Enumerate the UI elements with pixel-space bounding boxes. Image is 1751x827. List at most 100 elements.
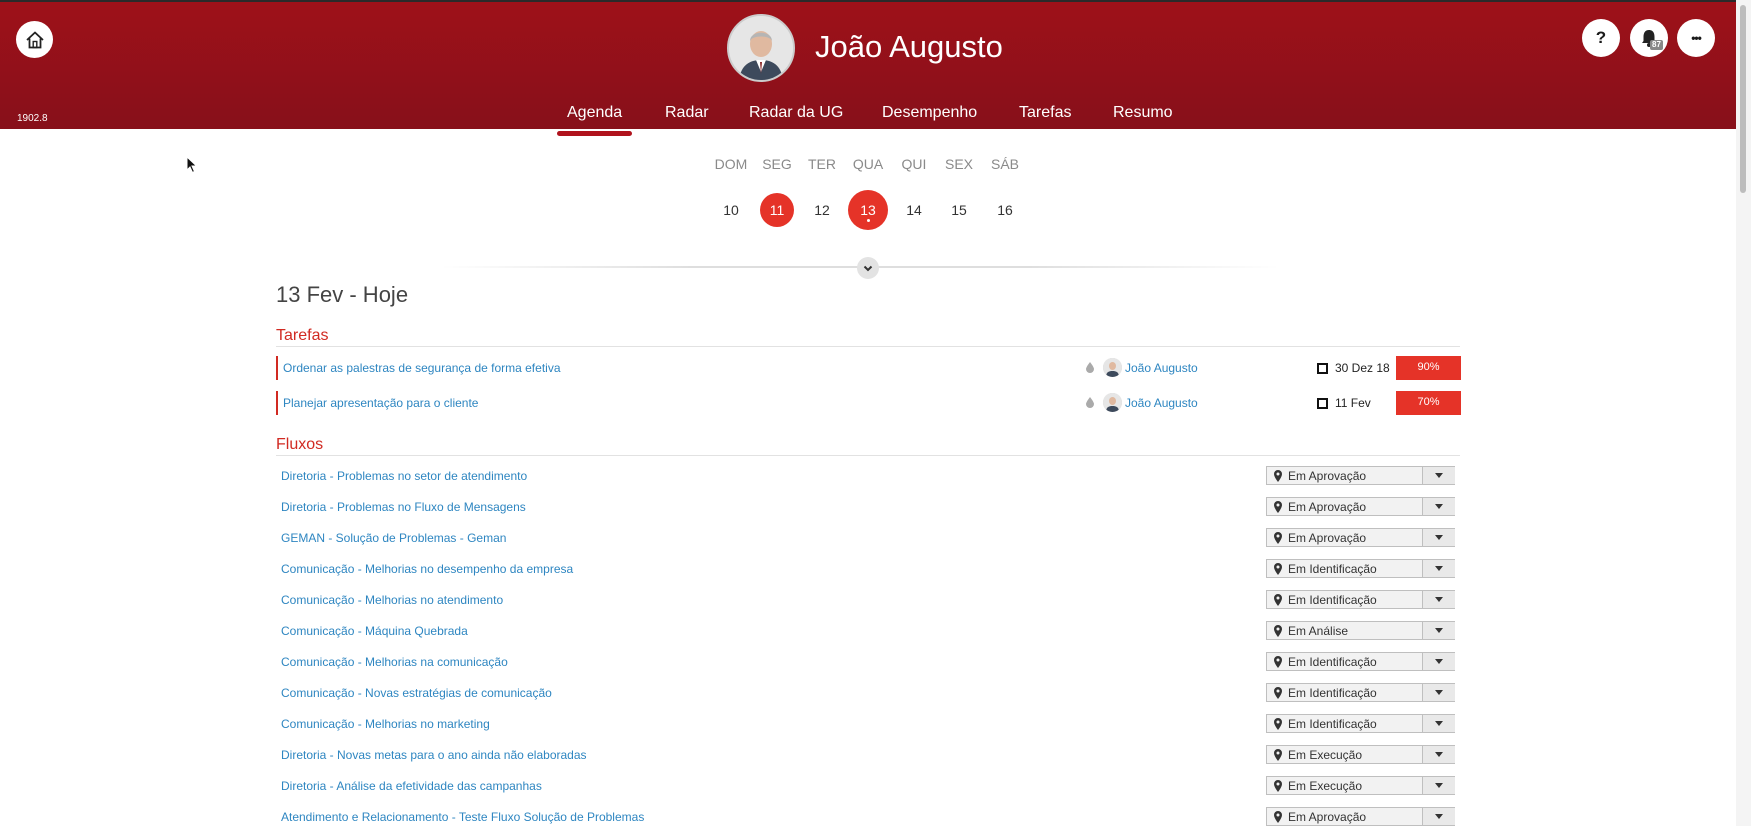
flow-title-link[interactable]: Atendimento e Relacionamento - Teste Flu… — [281, 810, 644, 824]
page-scrollbar-thumb[interactable] — [1740, 5, 1746, 193]
map-pin-icon — [1274, 687, 1282, 699]
map-pin-icon — [1274, 656, 1282, 668]
flow-row: Comunicação - Melhorias no desempenho da… — [276, 559, 1460, 579]
flow-status-dropdown[interactable]: Em Identificação — [1266, 683, 1455, 702]
task-marker — [276, 391, 278, 415]
task-user-avatar — [1103, 358, 1122, 377]
weekday-label: QUI — [901, 156, 927, 172]
flow-title-link[interactable]: Diretoria - Novas metas para o ano ainda… — [281, 748, 587, 762]
tab-resumo[interactable]: Resumo — [1113, 104, 1173, 122]
flow-title-link[interactable]: Comunicação - Novas estratégias de comun… — [281, 686, 552, 700]
task-user-link[interactable]: João Augusto — [1125, 361, 1198, 375]
flows-section-title: Fluxos — [276, 436, 324, 453]
flow-row: Comunicação - Melhorias no atendimento E… — [276, 590, 1460, 610]
flow-status-value: Em Aprovação — [1288, 500, 1367, 514]
flow-status-dropdown[interactable]: Em Análise — [1266, 621, 1455, 640]
flow-status-dropdown[interactable]: Em Aprovação — [1266, 528, 1455, 547]
notifications-button[interactable]: 87 — [1630, 19, 1668, 57]
flow-status-value: Em Análise — [1288, 624, 1349, 638]
day-button-selected[interactable]: 11 — [760, 193, 794, 227]
flow-row: Comunicação - Melhorias na comunicação E… — [276, 652, 1460, 672]
help-button[interactable]: ? — [1582, 19, 1620, 57]
day-button[interactable]: 15 — [939, 190, 979, 230]
weekday-label: QUA — [852, 156, 884, 172]
map-pin-icon — [1274, 470, 1282, 482]
chevron-down-icon[interactable] — [1422, 746, 1455, 763]
task-user-link[interactable]: João Augusto — [1125, 396, 1198, 410]
home-button[interactable] — [16, 21, 53, 58]
chevron-down-icon[interactable] — [1422, 560, 1455, 577]
day-button[interactable]: 14 — [894, 190, 934, 230]
flow-row: Diretoria - Problemas no setor de atendi… — [276, 466, 1460, 486]
flow-title-link[interactable]: Comunicação - Melhorias na comunicação — [281, 655, 508, 669]
tab-radar-da-ug[interactable]: Radar da UG — [749, 104, 843, 122]
map-pin-icon — [1274, 625, 1282, 637]
chevron-down-icon[interactable] — [1422, 777, 1455, 794]
more-options-button[interactable]: ••• — [1677, 19, 1715, 57]
task-checkbox[interactable] — [1317, 363, 1328, 374]
task-marker — [276, 356, 278, 380]
map-pin-icon — [1274, 749, 1282, 761]
flow-status-dropdown[interactable]: Em Aprovação — [1266, 497, 1455, 516]
chevron-down-icon[interactable] — [1422, 591, 1455, 608]
flow-status-value: Em Execução — [1288, 748, 1363, 762]
user-avatar[interactable] — [727, 14, 795, 82]
flow-title-link[interactable]: GEMAN - Solução de Problemas - Geman — [281, 531, 506, 545]
calendar-collapse-button[interactable] — [857, 257, 879, 279]
flow-row: Comunicação - Novas estratégias de comun… — [276, 683, 1460, 703]
task-progress-badge: 90% — [1396, 356, 1461, 380]
flow-title-link[interactable]: Comunicação - Melhorias no atendimento — [281, 593, 503, 607]
home-icon — [25, 31, 44, 48]
day-button[interactable]: 16 — [985, 190, 1025, 230]
flow-title-link[interactable]: Diretoria - Problemas no setor de atendi… — [281, 469, 527, 483]
flow-row: Diretoria - Análise da efetividade das c… — [276, 776, 1460, 796]
flow-status-dropdown[interactable]: Em Aprovação — [1266, 807, 1455, 826]
day-button[interactable]: 10 — [711, 190, 751, 230]
chevron-down-icon[interactable] — [1422, 622, 1455, 639]
weekday-label: DOM — [714, 156, 748, 172]
flow-status-value: Em Identificação — [1288, 562, 1377, 576]
chevron-down-icon[interactable] — [1422, 467, 1455, 484]
task-row[interactable]: Ordenar as palestras de segurança de for… — [276, 356, 1461, 380]
day-button-today[interactable]: 13 — [848, 190, 888, 230]
user-name: João Augusto — [815, 29, 1003, 64]
chevron-down-icon[interactable] — [1422, 529, 1455, 546]
flow-status-dropdown[interactable]: Em Aprovação — [1266, 466, 1455, 485]
chevron-down-icon[interactable] — [1422, 498, 1455, 515]
tab-tarefas[interactable]: Tarefas — [1019, 104, 1071, 122]
chevron-down-icon[interactable] — [1422, 808, 1455, 825]
flow-status-dropdown[interactable]: Em Identificação — [1266, 559, 1455, 578]
tab-desempenho[interactable]: Desempenho — [882, 104, 977, 122]
more-icon: ••• — [1691, 31, 1702, 45]
map-pin-icon — [1274, 563, 1282, 575]
flow-status-dropdown[interactable]: Em Identificação — [1266, 590, 1455, 609]
chevron-down-icon[interactable] — [1422, 684, 1455, 701]
flow-status-dropdown[interactable]: Em Identificação — [1266, 714, 1455, 733]
tab-radar[interactable]: Radar — [665, 104, 709, 122]
flow-status-value: Em Aprovação — [1288, 810, 1367, 824]
weekday-label: SEG — [762, 156, 792, 172]
flow-title-link[interactable]: Diretoria - Análise da efetividade das c… — [281, 779, 542, 793]
flow-title-link[interactable]: Comunicação - Melhorias no marketing — [281, 717, 490, 731]
flow-status-value: Em Aprovação — [1288, 531, 1367, 545]
flow-title-link[interactable]: Comunicação - Máquina Quebrada — [281, 624, 468, 638]
day-button[interactable]: 12 — [802, 190, 842, 230]
task-title-link[interactable]: Ordenar as palestras de segurança de for… — [283, 361, 561, 375]
today-dot — [867, 219, 870, 222]
flow-row: Atendimento e Relacionamento - Teste Flu… — [276, 807, 1460, 827]
flow-status-dropdown[interactable]: Em Execução — [1266, 745, 1455, 764]
flow-title-link[interactable]: Diretoria - Problemas no Fluxo de Mensag… — [281, 500, 526, 514]
flow-status-dropdown[interactable]: Em Execução — [1266, 776, 1455, 795]
tab-agenda[interactable]: Agenda — [567, 104, 622, 122]
chevron-down-icon[interactable] — [1422, 715, 1455, 732]
task-title-link[interactable]: Planejar apresentação para o cliente — [283, 396, 478, 410]
chevron-down-icon[interactable] — [1422, 653, 1455, 670]
task-checkbox[interactable] — [1317, 398, 1328, 409]
task-due-date: 30 Dez 18 — [1335, 361, 1390, 375]
map-pin-icon — [1274, 501, 1282, 513]
date-heading: 13 Fev - Hoje — [276, 282, 409, 307]
flow-status-dropdown[interactable]: Em Identificação — [1266, 652, 1455, 671]
flow-title-link[interactable]: Comunicação - Melhorias no desempenho da… — [281, 562, 573, 576]
task-row[interactable]: Planejar apresentação para o cliente Joã… — [276, 391, 1461, 415]
weekday-label: SEX — [944, 156, 973, 172]
